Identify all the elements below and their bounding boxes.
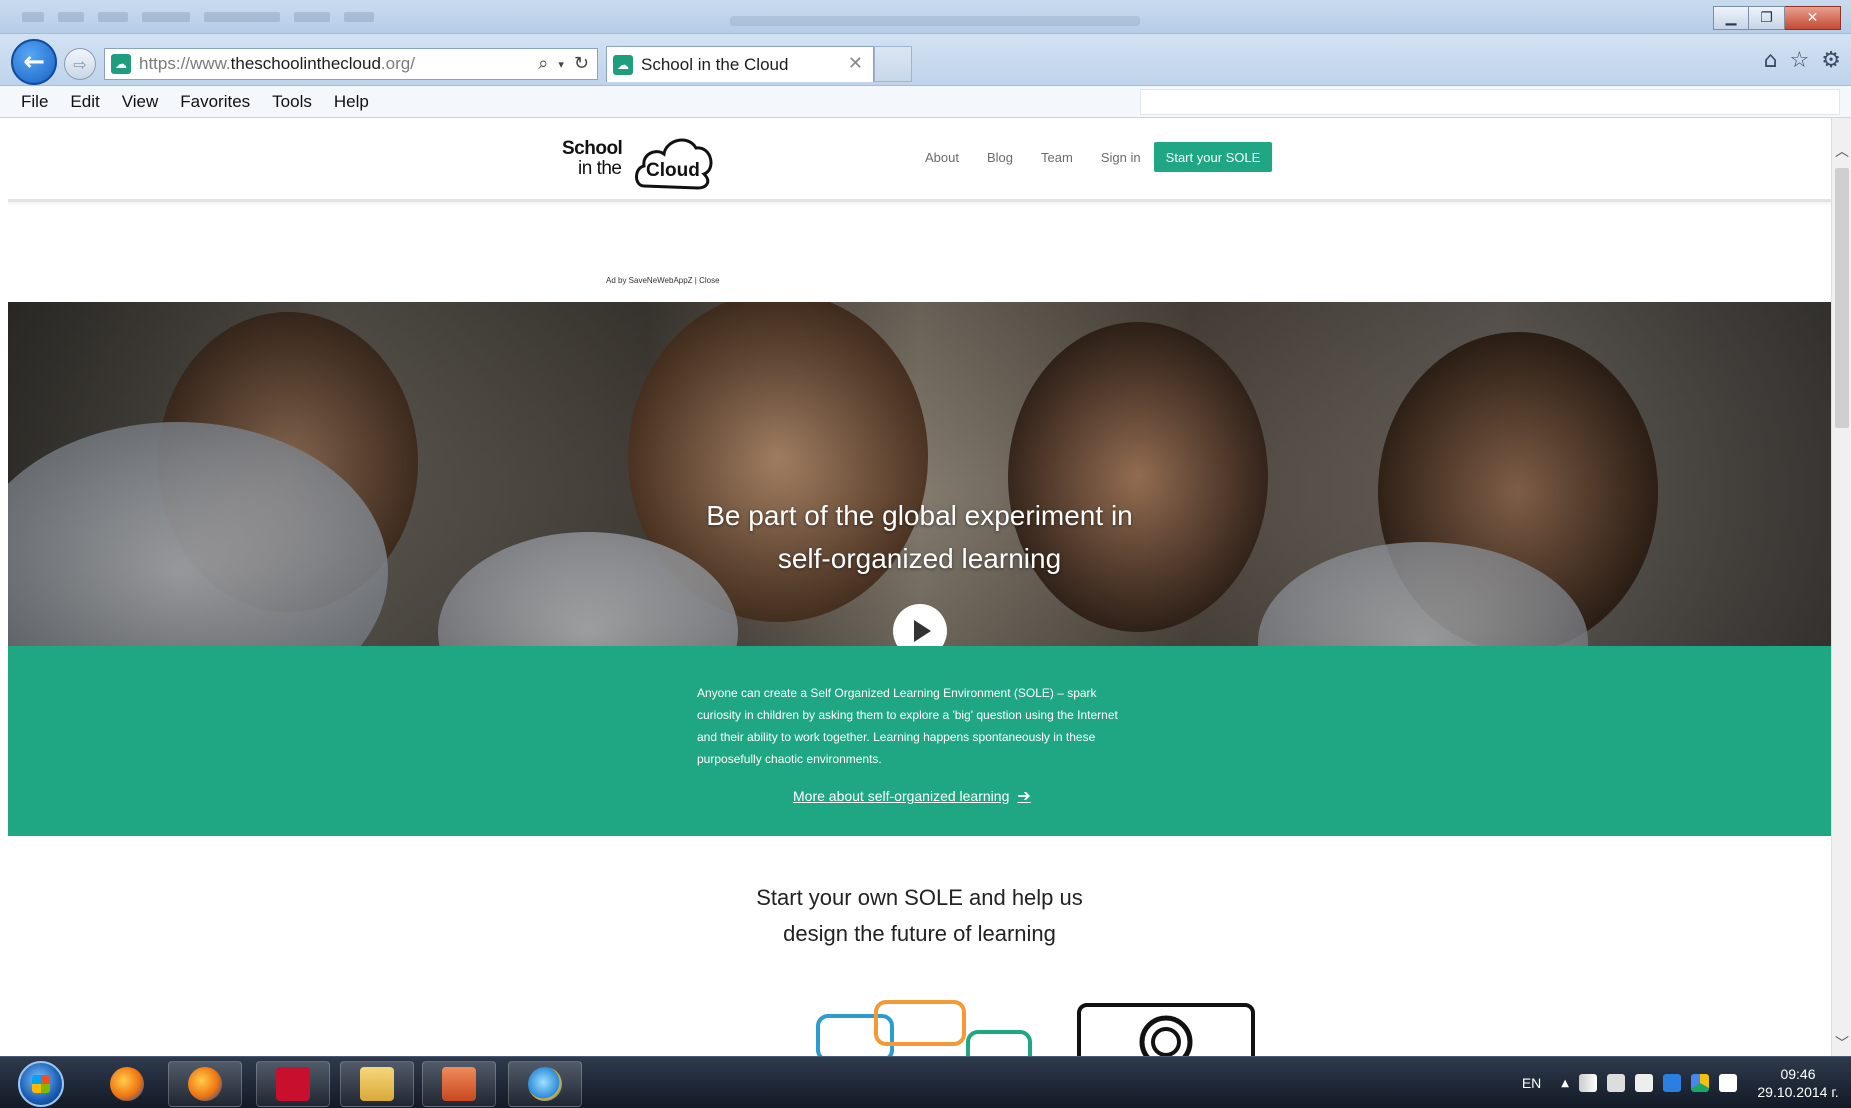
page-scrollbar[interactable]: ︿ ﹀ bbox=[1831, 118, 1851, 1056]
internet-explorer-icon bbox=[528, 1067, 562, 1101]
site-header: School in the Cloud About Blog Team Sign… bbox=[8, 118, 1831, 202]
more-about-sol-link[interactable]: More about self-organized learning ➔ bbox=[793, 786, 1031, 805]
action-center-flag-icon[interactable] bbox=[1719, 1074, 1737, 1092]
system-tray: EN ▲ 09:46 29.10.2014 г. bbox=[1522, 1057, 1851, 1108]
start-sole-heading-line1: Start your own SOLE and help us bbox=[756, 885, 1083, 910]
forward-button[interactable]: ⇨ bbox=[64, 48, 96, 80]
system-clock[interactable]: 09:46 29.10.2014 г. bbox=[1755, 1065, 1841, 1101]
scroll-up-icon[interactable]: ︿ bbox=[1832, 140, 1851, 162]
window-controls: ▁ ❐ ✕ bbox=[1713, 6, 1841, 30]
address-bar[interactable]: ☁ https://www.theschoolinthecloud.org/ ⌕… bbox=[104, 48, 598, 80]
windows-taskbar: EN ▲ 09:46 29.10.2014 г. bbox=[0, 1056, 1851, 1108]
nav-team[interactable]: Team bbox=[1041, 150, 1073, 165]
home-icon[interactable]: ⌂ bbox=[1764, 48, 1778, 73]
url-suffix: .org/ bbox=[380, 54, 415, 73]
menu-view[interactable]: View bbox=[122, 92, 159, 112]
faded-menu-ghost bbox=[22, 12, 374, 24]
firefox-icon bbox=[110, 1067, 144, 1101]
ie-taskbar-button[interactable] bbox=[508, 1061, 582, 1107]
hero-heading: Be part of the global experiment in self… bbox=[8, 494, 1831, 580]
dropdown-icon[interactable]: ▾ bbox=[558, 58, 564, 74]
site-logo[interactable]: School in the Cloud bbox=[562, 130, 713, 192]
firefox-taskbar-button[interactable] bbox=[90, 1061, 164, 1107]
nav-blog[interactable]: Blog bbox=[987, 150, 1013, 165]
refresh-icon[interactable]: ↻ bbox=[574, 53, 589, 74]
more-about-sol-label: More about self-organized learning bbox=[793, 787, 1010, 804]
menu-help[interactable]: Help bbox=[334, 92, 369, 112]
menu-tools[interactable]: Tools bbox=[272, 92, 312, 112]
language-indicator[interactable]: EN bbox=[1522, 1075, 1541, 1091]
close-window-button[interactable]: ✕ bbox=[1785, 6, 1841, 30]
arrow-right-icon: ➔ bbox=[1017, 786, 1031, 805]
browser-toolbar-icons: ⌂ ☆ ⚙ bbox=[1764, 48, 1841, 73]
nav-about[interactable]: About bbox=[925, 150, 959, 165]
folder-icon bbox=[360, 1067, 394, 1101]
google-drive-icon[interactable] bbox=[1691, 1074, 1709, 1092]
powerpoint-taskbar-button[interactable] bbox=[422, 1061, 496, 1107]
tab-close-icon[interactable]: ✕ bbox=[848, 53, 863, 74]
menubar-blank-area bbox=[1140, 89, 1840, 115]
menu-favorites[interactable]: Favorites bbox=[180, 92, 250, 112]
url-prefix: https://www. bbox=[139, 54, 231, 73]
maximize-button[interactable]: ❐ bbox=[1749, 6, 1785, 30]
scroll-down-icon[interactable]: ﹀ bbox=[1832, 1032, 1851, 1054]
back-button[interactable]: ← bbox=[11, 39, 57, 85]
browser-navbar: ← ⇨ ☁ https://www.theschoolinthecloud.or… bbox=[0, 34, 1851, 86]
network-icon[interactable] bbox=[1579, 1074, 1597, 1092]
menu-file[interactable]: File bbox=[21, 92, 48, 112]
minimize-button[interactable]: ▁ bbox=[1713, 6, 1749, 30]
ad-notice[interactable]: Ad by SaveNeWebAppZ | Close bbox=[606, 276, 720, 285]
search-icon[interactable]: ⌕ bbox=[538, 53, 548, 74]
powerpoint-icon bbox=[442, 1067, 476, 1101]
faded-title-ghost bbox=[730, 16, 1140, 26]
favorites-star-icon[interactable]: ☆ bbox=[1790, 48, 1810, 73]
scroll-thumb[interactable] bbox=[1835, 168, 1849, 428]
page-viewport: School in the Cloud About Blog Team Sign… bbox=[8, 118, 1831, 1056]
play-icon bbox=[914, 620, 931, 642]
start-button[interactable] bbox=[18, 1061, 64, 1107]
nav-sign-in[interactable]: Sign in bbox=[1101, 150, 1141, 165]
menu-bar: File Edit View Favorites Tools Help bbox=[0, 86, 1851, 118]
hero-banner: Be part of the global experiment in self… bbox=[8, 302, 1831, 646]
acrobat-taskbar-button[interactable] bbox=[256, 1061, 330, 1107]
tab-favicon-icon: ☁ bbox=[613, 54, 633, 75]
firefox-window-taskbar-button[interactable] bbox=[168, 1061, 242, 1107]
firefox-icon bbox=[188, 1067, 222, 1101]
camera-icon bbox=[1077, 1003, 1255, 1056]
start-sole-button[interactable]: Start your SOLE bbox=[1154, 142, 1272, 172]
hero-shade-overlay bbox=[8, 302, 1831, 646]
clock-date: 29.10.2014 г. bbox=[1757, 1084, 1839, 1100]
start-sole-heading: Start your own SOLE and help us design t… bbox=[8, 880, 1831, 952]
sole-intro-text: Anyone can create a Self Organized Learn… bbox=[697, 686, 1118, 766]
menu-edit[interactable]: Edit bbox=[70, 92, 99, 112]
acrobat-icon bbox=[276, 1067, 310, 1101]
new-tab-button[interactable] bbox=[874, 46, 912, 82]
speech-bubbles-icon bbox=[816, 1000, 1032, 1056]
site-nav: About Blog Team Sign in bbox=[925, 150, 1141, 165]
device-icon[interactable] bbox=[1607, 1074, 1625, 1092]
clock-time: 09:46 bbox=[1780, 1066, 1816, 1082]
volume-icon[interactable] bbox=[1635, 1074, 1653, 1092]
address-url[interactable]: https://www.theschoolinthecloud.org/ bbox=[139, 54, 415, 74]
start-sole-heading-line2: design the future of learning bbox=[783, 921, 1056, 946]
window-titlebar: ▁ ❐ ✕ bbox=[0, 0, 1851, 34]
browser-tab[interactable]: ☁ School in the Cloud ✕ bbox=[606, 46, 874, 82]
site-favicon-icon: ☁ bbox=[111, 54, 131, 74]
tray-expand-icon[interactable]: ▲ bbox=[1561, 1078, 1569, 1089]
logo-school-text: School bbox=[562, 138, 623, 159]
arrow-right-icon: ⇨ bbox=[73, 54, 87, 74]
hero-heading-line2: self-organized learning bbox=[777, 543, 1062, 574]
url-domain: theschoolinthecloud bbox=[230, 54, 381, 73]
sole-intro-band: Anyone can create a Self Organized Learn… bbox=[8, 646, 1831, 836]
address-tools: ⌕ ▾ ↻ bbox=[538, 53, 589, 74]
dropbox-icon[interactable] bbox=[1663, 1074, 1681, 1092]
explorer-taskbar-button[interactable] bbox=[340, 1061, 414, 1107]
tab-title: School in the Cloud bbox=[641, 54, 789, 74]
settings-gear-icon[interactable]: ⚙ bbox=[1821, 48, 1841, 73]
logo-inthe-text: in the bbox=[578, 158, 622, 179]
arrow-left-icon: ← bbox=[23, 47, 45, 77]
hero-heading-line1: Be part of the global experiment in bbox=[706, 500, 1133, 531]
logo-cloud-text: Cloud bbox=[646, 160, 700, 181]
